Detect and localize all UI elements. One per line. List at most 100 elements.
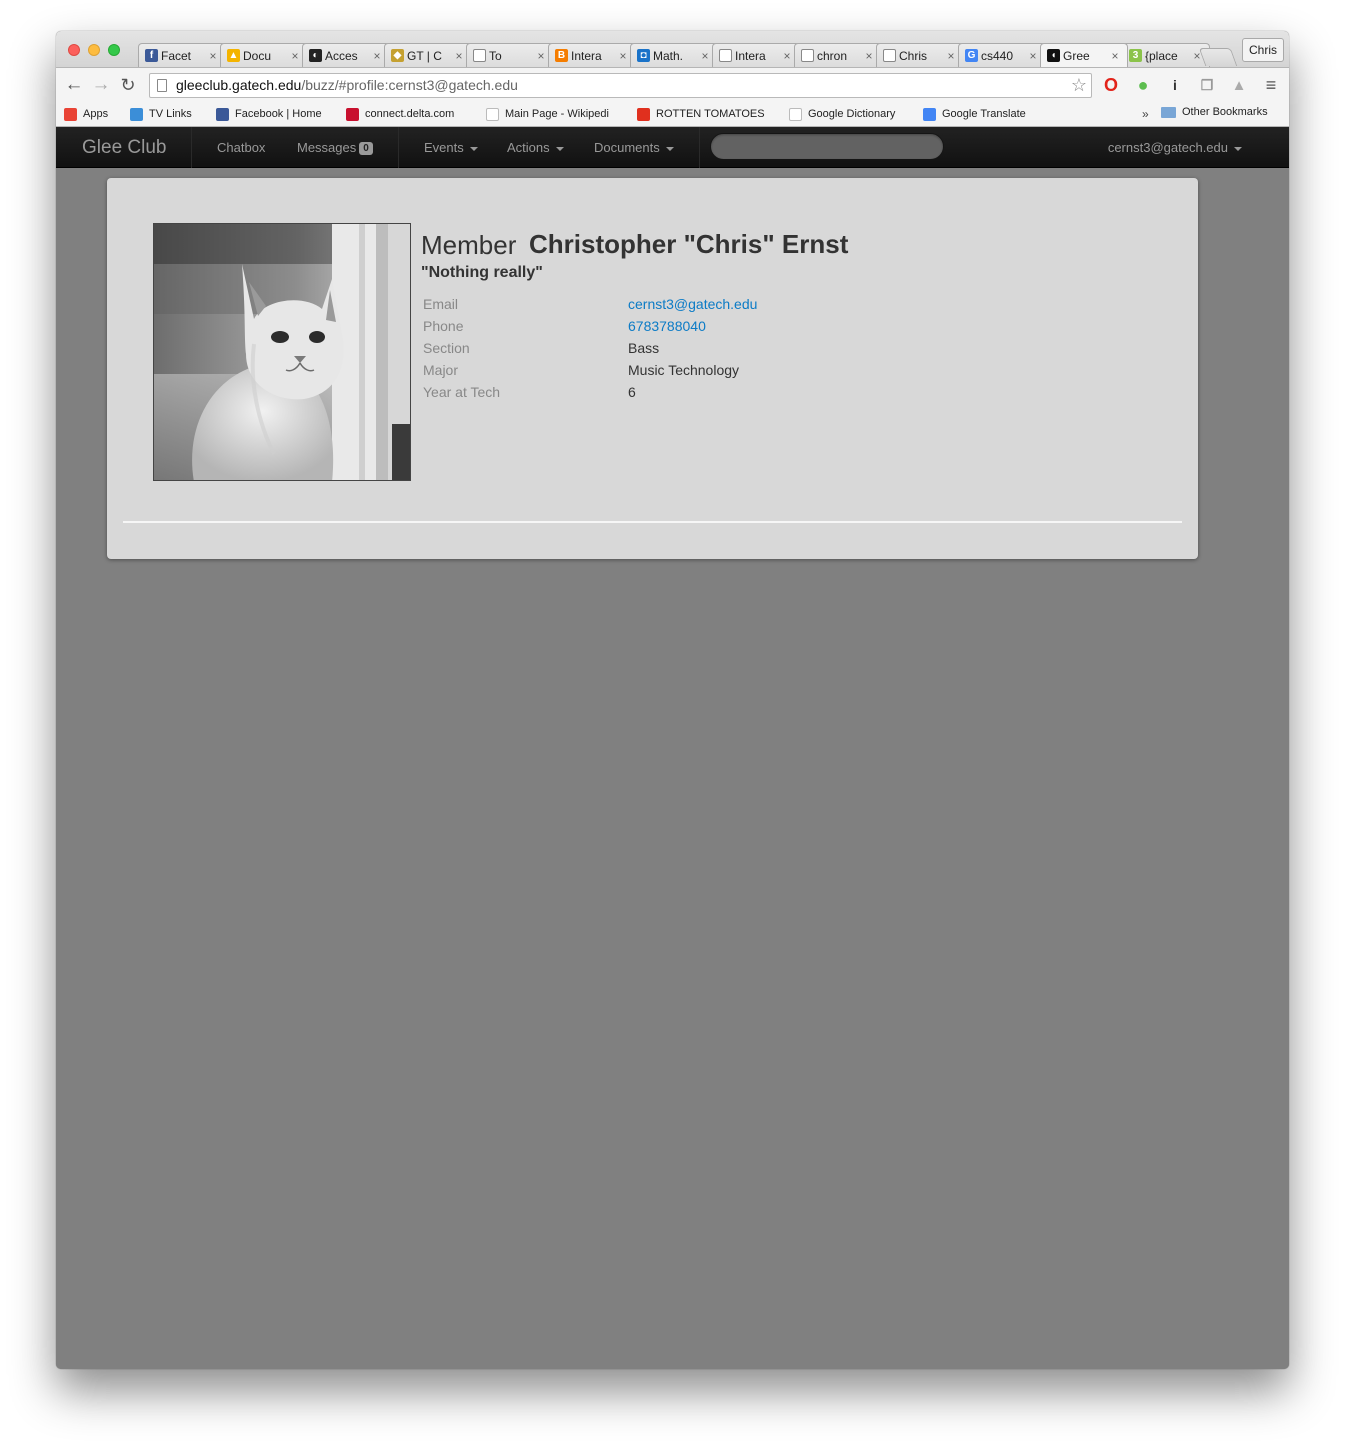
profile-button[interactable]: Chris: [1241, 38, 1284, 62]
bookmark-item[interactable]: TV Links: [130, 106, 192, 122]
caret-down-icon: [555, 146, 564, 151]
nav-search-input[interactable]: [710, 133, 944, 160]
nav-messages[interactable]: Messages 0: [297, 140, 373, 156]
tab-label: Gree: [1063, 48, 1090, 63]
bookmark-star-icon[interactable]: ☆: [1071, 74, 1087, 97]
blogger-icon: B: [555, 49, 568, 62]
tab[interactable]: ◆ GT | C ×: [384, 43, 472, 67]
profile-field-label: Section: [423, 340, 470, 356]
close-window-button[interactable]: [68, 44, 80, 56]
tab[interactable]: ◘ Math. ×: [630, 43, 718, 67]
profile-field-label: Email: [423, 296, 459, 312]
google-icon: G: [965, 49, 978, 62]
opera-extension-icon[interactable]: O: [1102, 75, 1120, 95]
reload-icon[interactable]: ↻: [117, 74, 139, 96]
three-icon: 3: [1129, 49, 1142, 62]
nav-divider: [699, 127, 700, 168]
tab-strip: f Facet × ▲ Docu × ◐ Acces × ◆ GT | C × To × B Intera × ◘…: [56, 31, 1289, 67]
bookmark-label: Google Dictionary: [808, 108, 896, 120]
new-tab-button[interactable]: [1198, 48, 1238, 66]
chrome-menu-icon[interactable]: ≡: [1262, 75, 1280, 95]
minimize-window-button[interactable]: [88, 44, 100, 56]
google-drive-icon: ▲: [227, 49, 240, 62]
brand-link[interactable]: Glee Club: [82, 137, 167, 159]
bookmarks-bar: » Other Bookmarks Apps TV Links Facebook |…: [56, 102, 1289, 127]
tab-label: cs440: [981, 48, 1014, 63]
nav-chatbox[interactable]: Chatbox: [217, 140, 265, 155]
tab[interactable]: ▲ Docu ×: [220, 43, 308, 67]
caret-down-icon: [1234, 146, 1242, 151]
bookmark-item[interactable]: connect.delta.com: [346, 106, 454, 122]
profile-field-value: Bass: [628, 340, 660, 356]
profile-field-value: Music Technology: [628, 362, 740, 378]
bookmark-item[interactable]: ROTTEN TOMATOES: [637, 106, 765, 122]
tab[interactable]: chron ×: [794, 43, 882, 67]
close-tab-icon[interactable]: ×: [535, 49, 547, 63]
back-arrow-icon[interactable]: ←: [63, 74, 85, 96]
close-tab-icon[interactable]: ×: [207, 49, 219, 63]
close-tab-icon[interactable]: ×: [453, 49, 465, 63]
profile-field-label: Major: [423, 362, 459, 378]
profile-field-link[interactable]: 6783788040: [628, 318, 706, 334]
close-tab-icon[interactable]: ×: [945, 49, 957, 63]
profile-field-row: Year at Tech 6: [423, 384, 923, 406]
close-tab-icon[interactable]: ×: [617, 49, 629, 63]
profile-field-row: Email cernst3@gatech.edu: [423, 296, 923, 318]
other-bookmarks-label: Other Bookmarks: [1182, 106, 1268, 118]
member-role-label: Member: [421, 230, 517, 260]
address-bar[interactable]: gleeclub.gatech.edu/buzz/#profile:cernst…: [149, 73, 1092, 98]
nav-events-dropdown[interactable]: Events: [424, 140, 478, 155]
tab[interactable]: f Facet ×: [138, 43, 226, 67]
tab[interactable]: ◐ Acces ×: [302, 43, 390, 67]
bookmark-item[interactable]: Google Translate: [923, 106, 1026, 122]
bookmark-item[interactable]: Facebook | Home: [216, 106, 322, 122]
bookmark-label: Main Page - Wikipedi: [505, 108, 609, 120]
drive-extension-icon[interactable]: ▲: [1230, 76, 1248, 94]
copy-extension-icon[interactable]: ❐: [1198, 76, 1216, 94]
translate-icon: [923, 107, 936, 121]
bookmark-item[interactable]: Apps: [64, 106, 108, 122]
close-tab-icon[interactable]: ×: [699, 49, 711, 63]
tab-label: Docu: [243, 48, 272, 63]
nav-documents-dropdown[interactable]: Documents: [594, 140, 674, 155]
bookmark-label: Google Translate: [942, 108, 1026, 120]
close-tab-icon[interactable]: ×: [289, 49, 301, 63]
nav-documents-label: Documents: [594, 140, 660, 155]
user-menu-dropdown[interactable]: cernst3@gatech.edu: [1108, 140, 1242, 155]
bookmark-item[interactable]: Main Page - Wikipedi: [486, 106, 609, 122]
facebook-icon: f: [145, 49, 158, 62]
tab[interactable]: To ×: [466, 43, 554, 67]
forward-arrow-icon[interactable]: →: [90, 74, 112, 96]
other-bookmarks[interactable]: Other Bookmarks: [1161, 106, 1268, 118]
page-icon: [157, 79, 167, 92]
tab[interactable]: Gcs440 ×: [958, 43, 1046, 67]
page-icon: [473, 49, 486, 62]
nav-divider: [191, 127, 192, 168]
close-tab-icon[interactable]: ×: [863, 49, 875, 63]
nav-actions-dropdown[interactable]: Actions: [507, 140, 564, 155]
tab-label: To: [489, 48, 502, 63]
tab[interactable]: Chris ×: [876, 43, 964, 67]
close-tab-icon[interactable]: ×: [1027, 49, 1039, 63]
tab[interactable]: ◖ Gree ×: [1040, 43, 1128, 67]
bookmark-label: Apps: [83, 108, 109, 120]
tab-label: Math.: [653, 48, 684, 63]
page-icon: [719, 49, 732, 62]
close-tab-icon[interactable]: ×: [781, 49, 793, 63]
url-host: gleeclub.gatech.edu: [176, 77, 302, 93]
tab[interactable]: B Intera ×: [548, 43, 636, 67]
close-tab-icon[interactable]: ×: [371, 49, 383, 63]
user-email-label: cernst3@gatech.edu: [1107, 140, 1228, 155]
google-icon: [789, 107, 802, 121]
info-extension-icon[interactable]: i: [1166, 76, 1184, 94]
tab[interactable]: 3 {place ×: [1122, 43, 1210, 67]
bookmark-item[interactable]: Google Dictionary: [789, 106, 895, 122]
zoom-window-button[interactable]: [108, 44, 120, 56]
bookmarks-overflow-chevron[interactable]: »: [1142, 107, 1149, 121]
close-tab-icon[interactable]: ×: [1109, 49, 1121, 63]
tab[interactable]: Intera ×: [712, 43, 800, 67]
profile-field-label: Phone: [423, 318, 464, 334]
browser-window: f Facet × ▲ Docu × ◐ Acces × ◆ GT | C × To × B Intera × ◘…: [56, 31, 1289, 1369]
evernote-extension-icon[interactable]: ●: [1134, 75, 1152, 95]
profile-field-link[interactable]: cernst3@gatech.edu: [628, 296, 757, 312]
